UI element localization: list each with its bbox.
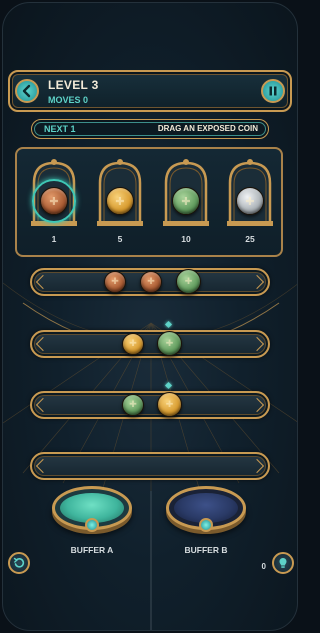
gold-coin[interactable] <box>106 187 134 215</box>
gold-coin <box>122 333 144 355</box>
next-coin-bar: NEXT 1 DRAG AN EXPOSED COIN <box>31 119 269 139</box>
copper-coin <box>140 271 162 293</box>
pause-button[interactable] <box>261 79 285 103</box>
gold-coin[interactable] <box>157 392 182 417</box>
jade-coin[interactable] <box>157 331 182 356</box>
coin-value: 1 <box>51 234 57 244</box>
coin-slot-panel: 1 5 10 25 <box>15 147 283 257</box>
back-button[interactable] <box>15 79 39 103</box>
undo-button[interactable] <box>8 552 30 574</box>
level-title: LEVEL 3 <box>48 78 99 92</box>
buffer-a-label: BUFFER A <box>70 545 114 555</box>
coin-rail-4-empty[interactable] <box>30 452 270 480</box>
hint-count: 0 <box>261 562 266 571</box>
gem-icon <box>199 518 213 532</box>
rail-end-icon <box>249 336 265 352</box>
rail-end-icon <box>249 458 265 474</box>
moves-counter: MOVES 0 <box>48 95 89 105</box>
buffer-a[interactable] <box>52 486 132 542</box>
jade-coin[interactable] <box>172 187 200 215</box>
undo-icon <box>13 557 25 568</box>
coin-rail-2[interactable] <box>30 330 270 358</box>
rail-end-icon <box>35 336 51 352</box>
coin-slot-10[interactable]: 10 <box>161 157 211 247</box>
jade-coin[interactable] <box>176 269 201 294</box>
gem-icon <box>85 518 99 532</box>
rail-end-icon <box>249 274 265 290</box>
buffer-b-label: BUFFER B <box>184 545 228 555</box>
coin-slot-5[interactable]: 5 <box>95 157 145 247</box>
coin-value: 25 <box>245 234 255 244</box>
coin-rail-3[interactable] <box>30 391 270 419</box>
coin-value: 10 <box>181 234 191 244</box>
instruction-text: DRAG AN EXPOSED COIN <box>157 124 258 133</box>
level-header: LEVEL 3 MOVES 0 <box>8 70 292 112</box>
pause-icon <box>269 86 277 96</box>
buffer-b[interactable] <box>166 486 246 542</box>
hint-button[interactable] <box>272 552 294 574</box>
coin-slot-25[interactable]: 25 <box>225 157 275 247</box>
copper-coin[interactable] <box>40 187 68 215</box>
coin-rail-1[interactable] <box>30 268 270 296</box>
hint-icon <box>279 558 287 568</box>
silver-coin[interactable] <box>236 187 264 215</box>
rail-end-icon <box>35 274 51 290</box>
rail-end-icon <box>35 458 51 474</box>
next-coin-label: NEXT 1 <box>44 124 76 134</box>
coin-slot-1[interactable]: 1 <box>29 157 79 247</box>
coin-value: 5 <box>117 234 123 244</box>
rail-end-icon <box>35 397 51 413</box>
rail-end-icon <box>249 397 265 413</box>
jade-coin <box>122 394 144 416</box>
copper-coin <box>104 271 126 293</box>
arrow-left-icon <box>22 84 31 98</box>
